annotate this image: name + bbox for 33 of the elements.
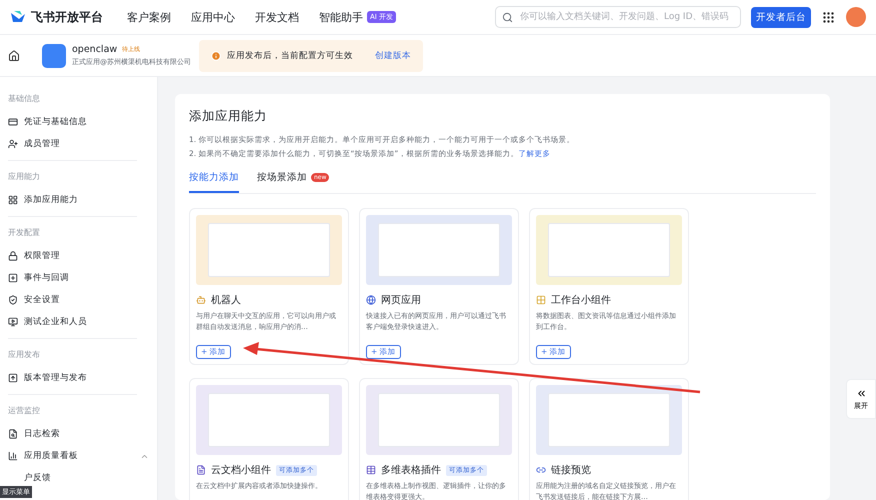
sidebar-item[interactable]: 添加应用能力 (0, 189, 157, 211)
nav-link[interactable]: 应用中心 (191, 10, 235, 24)
sidebar-item[interactable]: 应用质量看板 (0, 445, 157, 467)
search-field[interactable]: 你可以输入文档关键词、开发问题、Log ID、错误码 (495, 6, 741, 28)
sidebar-group-title: 运营监控 (7, 405, 41, 417)
tab[interactable]: 按能力添加 (189, 167, 239, 193)
card-title: 网页应用 (381, 294, 421, 307)
card-title: 多维表格插件 (381, 464, 441, 477)
card-title: 链接预览 (551, 464, 591, 477)
page-title: 添加应用能力 (189, 108, 268, 125)
developer-console-button[interactable]: 开发者后台 (751, 6, 811, 28)
sidebar-item[interactable]: 事件与回调 (0, 267, 157, 289)
sidebar-item[interactable]: 凭证与基础信息 (0, 111, 157, 133)
card-title: 机器人 (211, 294, 241, 307)
sidebar-item[interactable]: 户反馈 (0, 467, 157, 489)
sidebar-item[interactable]: 安全设置 (0, 289, 157, 311)
nav-link[interactable]: 客户案例 (127, 10, 171, 24)
sidebar-group-title: 开发配置 (7, 227, 41, 239)
nav-link[interactable]: 开发文档 (255, 10, 299, 24)
notice-text: 应用发布后，当前配置方可生效 (227, 50, 353, 62)
sidebar-group-title: 基础信息 (7, 93, 41, 105)
sidebar-item[interactable]: 权限管理 (0, 245, 157, 267)
sidebar-item[interactable]: 测试企业和人员 (0, 311, 157, 333)
platform-logo-text[interactable]: 飞书开放平台 (31, 8, 103, 26)
card-title: 云文档小组件 (211, 464, 271, 477)
create-version-link[interactable]: 创建版本 (375, 50, 411, 62)
sidebar-group-title: 应用能力 (7, 171, 41, 183)
sidebar-item[interactable]: 成员管理 (0, 133, 157, 155)
sidebar-group-title: 应用发布 (7, 349, 41, 361)
sidebar-item[interactable]: 日志检索 (0, 423, 157, 445)
app-name: openclaw (72, 44, 118, 55)
sidebar-item[interactable]: 版本管理与发布 (0, 367, 157, 389)
card-title: 工作台小组件 (551, 294, 611, 307)
